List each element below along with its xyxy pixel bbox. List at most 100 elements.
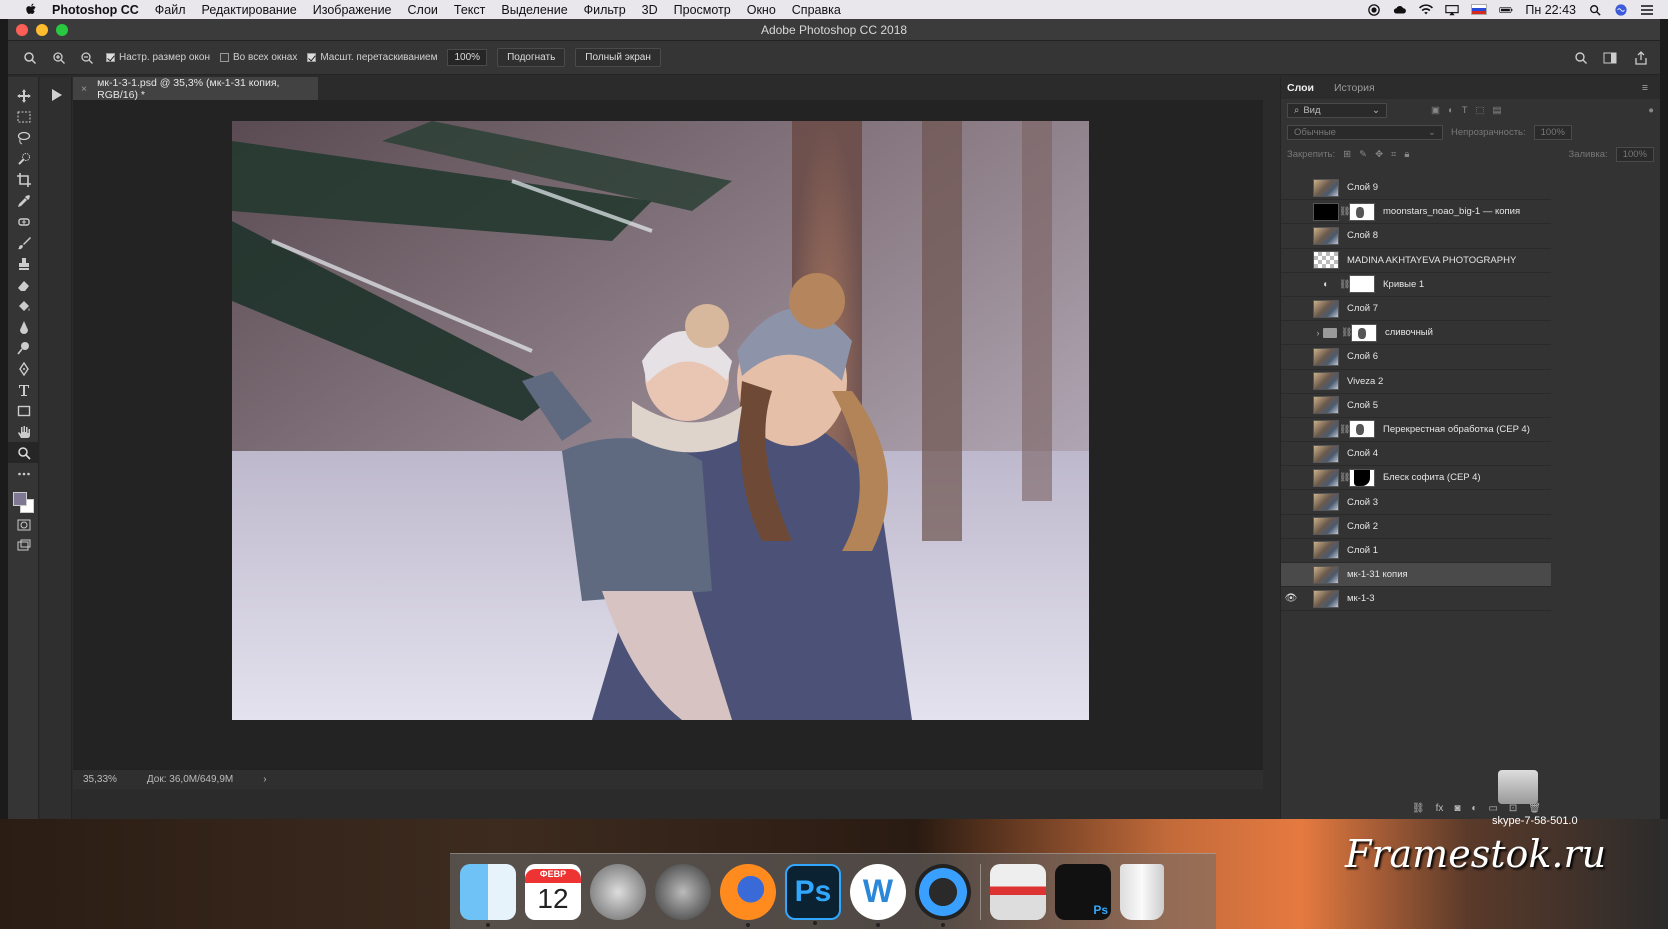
eyedropper-tool-icon[interactable]: [8, 190, 39, 211]
layer-row[interactable]: › ⛓ сливочный: [1281, 321, 1551, 346]
layer-mask-thumbnail[interactable]: [1349, 420, 1375, 439]
layer-style-fx-icon[interactable]: fx: [1436, 803, 1444, 814]
crop-tool-icon[interactable]: [8, 169, 39, 190]
layer-mask-thumbnail[interactable]: [1349, 202, 1375, 221]
dodge-tool-icon[interactable]: [8, 337, 39, 358]
creative-cloud-icon[interactable]: [1393, 4, 1407, 16]
mask-link-icon[interactable]: ⛓: [1339, 424, 1350, 435]
downloads-stack-icon[interactable]: [990, 863, 1046, 920]
wunderlist-icon[interactable]: W: [850, 863, 906, 927]
layer-row[interactable]: Слой 1: [1281, 539, 1551, 563]
canvas-photo[interactable]: [232, 121, 1089, 720]
layer-name[interactable]: сливочный: [1385, 327, 1433, 338]
menu-help[interactable]: Справка: [792, 3, 841, 17]
battery-icon[interactable]: [1499, 4, 1513, 16]
menu-filter[interactable]: Фильтр: [584, 3, 626, 17]
document-tab[interactable]: × мк-1-3-1.psd @ 35,3% (мк-1-31 копия, R…: [73, 77, 318, 101]
photoshop-dock-icon[interactable]: Ps: [785, 863, 841, 925]
layer-row[interactable]: Слой 8: [1281, 224, 1551, 249]
launchpad-icon[interactable]: [590, 863, 646, 920]
wifi-icon[interactable]: [1419, 3, 1434, 16]
resize-windows-checkbox[interactable]: Настр. размер окон: [106, 52, 210, 63]
layer-name[interactable]: Кривые 1: [1383, 279, 1424, 290]
firefox-icon[interactable]: [720, 863, 776, 927]
hand-tool-icon[interactable]: [8, 421, 39, 442]
layer-name[interactable]: Слой 1: [1347, 545, 1378, 556]
zoom-in-icon[interactable]: [50, 49, 68, 67]
layer-filter-select[interactable]: ⌕ Вид ⌄: [1287, 102, 1387, 118]
layer-row[interactable]: Viveza 2: [1281, 370, 1551, 394]
lock-transparent-icon[interactable]: ⊞: [1343, 149, 1351, 160]
add-mask-icon[interactable]: ◙: [1454, 803, 1460, 814]
layer-name[interactable]: Слой 4: [1347, 448, 1378, 459]
layer-row[interactable]: Слой 2: [1281, 515, 1551, 539]
blend-mode-select[interactable]: Обычные ⌄: [1287, 124, 1443, 140]
link-layers-icon[interactable]: ⛓: [1412, 803, 1425, 814]
layer-name[interactable]: moonstars_noao_big-1 — копия: [1383, 206, 1520, 217]
layer-name[interactable]: Слой 3: [1347, 497, 1378, 508]
layer-row[interactable]: Слой 3: [1281, 490, 1551, 515]
healing-brush-tool-icon[interactable]: [8, 211, 39, 232]
close-document-icon[interactable]: ×: [81, 83, 87, 95]
layer-name[interactable]: Перекрестная обработка (CEP 4): [1383, 424, 1530, 435]
more-tools-icon[interactable]: [8, 463, 39, 484]
zoom-tool-icon[interactable]: [8, 442, 39, 463]
layer-row[interactable]: Слой 4: [1281, 442, 1551, 467]
share-icon[interactable]: [1632, 49, 1650, 67]
mask-link-icon[interactable]: ⛓: [1339, 279, 1350, 290]
zoom-percent-field[interactable]: 100%: [447, 49, 488, 66]
color-swatches[interactable]: [8, 484, 38, 514]
scrubby-zoom-checkbox[interactable]: Масшт. перетаскиванием: [307, 52, 437, 63]
layer-row[interactable]: ◐ ⛓ Кривые 1: [1281, 273, 1551, 297]
finder-icon[interactable]: [460, 863, 516, 927]
trash-icon[interactable]: [1120, 863, 1164, 920]
delete-layer-icon[interactable]: 🗑︎: [1528, 803, 1541, 814]
layer-mask-thumbnail[interactable]: [1349, 275, 1375, 294]
new-group-icon[interactable]: ▭: [1488, 803, 1497, 814]
quick-mask-icon[interactable]: [8, 514, 39, 535]
notification-center-icon[interactable]: [1640, 4, 1654, 16]
zoom-level[interactable]: 35,33%: [83, 774, 117, 785]
layer-name[interactable]: Viveza 2: [1347, 376, 1383, 387]
filter-smart-object-icon[interactable]: ▤: [1493, 105, 1502, 116]
marquee-tool-icon[interactable]: [8, 106, 39, 127]
layer-name[interactable]: Слой 8: [1347, 230, 1378, 241]
close-window-button[interactable]: [16, 23, 28, 36]
move-tool-icon[interactable]: [8, 85, 39, 106]
layer-name[interactable]: мк-1-3: [1347, 593, 1375, 604]
filter-type-icon[interactable]: T: [1462, 105, 1468, 116]
mask-link-icon[interactable]: ⛓: [1341, 327, 1352, 338]
foreground-color-swatch[interactable]: [13, 492, 27, 506]
tab-history[interactable]: История: [1334, 82, 1375, 94]
menu-3d[interactable]: 3D: [642, 3, 658, 17]
hard-drive-icon[interactable]: [1498, 770, 1538, 804]
minimized-window-icon[interactable]: Ps: [1055, 863, 1111, 920]
layer-row[interactable]: ⛓ Блеск софита (CEP 4): [1281, 466, 1551, 491]
menu-app-name[interactable]: Photoshop CC: [52, 3, 139, 17]
clone-stamp-tool-icon[interactable]: [8, 253, 39, 274]
layer-mask-thumbnail[interactable]: [1351, 323, 1377, 342]
layer-row[interactable]: Слой 7: [1281, 297, 1551, 322]
layer-row[interactable]: Слой 6: [1281, 345, 1551, 370]
layer-name[interactable]: Слой 5: [1347, 400, 1378, 411]
fill-screen-button[interactable]: Полный экран: [575, 48, 661, 67]
spotlight-search-icon[interactable]: [1588, 4, 1602, 16]
mask-link-icon[interactable]: ⛓: [1339, 472, 1350, 483]
filter-toggle-icon[interactable]: ●: [1648, 105, 1654, 116]
layer-name[interactable]: Слой 9: [1347, 182, 1378, 193]
apple-menu-icon[interactable]: [22, 3, 40, 16]
menu-edit[interactable]: Редактирование: [202, 3, 297, 17]
layer-row[interactable]: ⛓ moonstars_noao_big-1 — копия: [1281, 200, 1551, 225]
eraser-tool-icon[interactable]: [8, 274, 39, 295]
menu-select[interactable]: Выделение: [501, 3, 567, 17]
layer-row[interactable]: Слой 5: [1281, 394, 1551, 418]
clock[interactable]: Пн 22:43: [1525, 3, 1576, 17]
siri-icon[interactable]: [1614, 3, 1628, 16]
layer-row[interactable]: MADINA AKHTAYEVA PHOTOGRAPHY: [1281, 249, 1551, 273]
layer-name[interactable]: Блеск софита (CEP 4): [1383, 472, 1481, 483]
brush-tool-icon[interactable]: [8, 232, 39, 253]
zoom-out-icon[interactable]: [78, 49, 96, 67]
layer-row[interactable]: мк-1-31 копия: [1281, 563, 1551, 588]
opacity-field[interactable]: 100%: [1533, 124, 1572, 140]
filter-adjustment-icon[interactable]: ◐: [1448, 105, 1454, 116]
